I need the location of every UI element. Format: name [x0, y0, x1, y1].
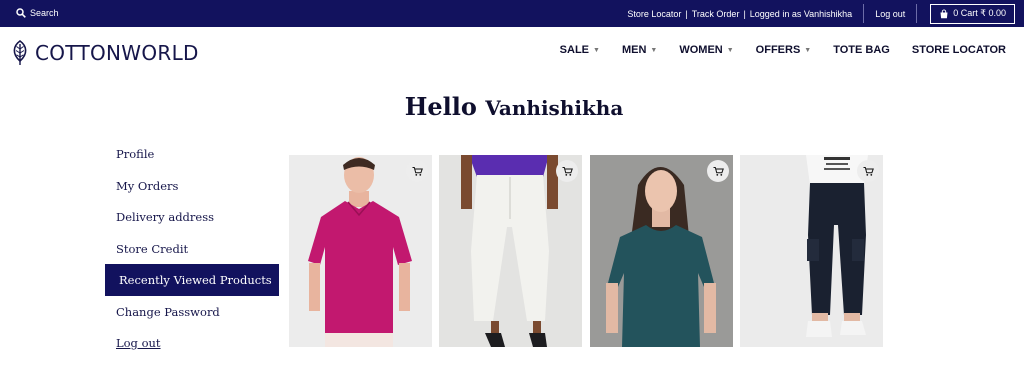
nav-label: MEN	[621, 44, 647, 56]
nav-item-offers[interactable]: OFFERS ▼	[756, 44, 812, 56]
track-order-link[interactable]: Track Order	[690, 9, 742, 19]
add-to-cart-button[interactable]	[857, 160, 879, 182]
sidebar-item-label: Store Credit	[116, 242, 189, 256]
nav-item-store-locator[interactable]: STORE LOCATOR	[912, 44, 1006, 56]
main-header: COTTONWORLD SALE ▼ MEN ▼ WOMEN ▼ OFFERS ▼ TO…	[0, 27, 1024, 77]
sidebar-item-label: Change Password	[116, 305, 220, 319]
cart-button[interactable]: 0 Cart ₹ 0.00	[930, 3, 1015, 24]
nav-label: SALE	[559, 44, 590, 56]
sidebar-item-my-orders[interactable]: My Orders	[105, 170, 279, 202]
shopping-bag-icon	[940, 9, 948, 18]
sidebar-item-label: Log out	[116, 336, 161, 350]
product-card[interactable]	[439, 155, 582, 347]
nav-label: OFFERS	[755, 44, 801, 56]
sidebar-item-recently-viewed[interactable]: Recently Viewed Products	[105, 264, 279, 296]
caret-down-icon: ▼	[804, 46, 812, 54]
add-to-cart-icon	[412, 166, 423, 176]
sidebar-item-label: My Orders	[116, 179, 179, 193]
logo[interactable]: COTTONWORLD	[11, 40, 199, 66]
logo-text: COTTONWORLD	[35, 41, 199, 65]
logout-link[interactable]: Log out	[873, 9, 907, 19]
search-icon	[16, 8, 26, 18]
cart-label: 0 Cart ₹ 0.00	[953, 8, 1006, 18]
divider	[863, 4, 865, 23]
search-label: Search	[30, 8, 59, 18]
nav-item-women[interactable]: WOMEN ▼	[679, 44, 733, 56]
product-image	[590, 155, 733, 347]
nav-item-tote-bag[interactable]: TOTE BAG	[833, 44, 890, 56]
sidebar-item-delivery-address[interactable]: Delivery address	[105, 201, 279, 233]
sidebar-item-label: Profile	[116, 147, 155, 161]
product-image	[740, 155, 883, 347]
sidebar-item-store-credit[interactable]: Store Credit	[105, 233, 279, 265]
product-card[interactable]	[740, 155, 883, 347]
top-utility-bar: Search Store Locator | Track Order | Log…	[0, 0, 1024, 27]
sidebar-item-label: Delivery address	[116, 210, 215, 224]
add-to-cart-icon	[863, 166, 874, 176]
caret-down-icon: ▼	[593, 46, 600, 54]
logged-in-account-link[interactable]: Logged in as Vanhishikha	[748, 9, 854, 19]
account-links: Store Locator | Track Order | Logged in …	[625, 0, 1024, 27]
add-to-cart-icon	[713, 166, 724, 176]
main-nav: SALE ▼ MEN ▼ WOMEN ▼ OFFERS ▼ TOTE BAG STORE…	[560, 44, 1006, 56]
add-to-cart-icon	[562, 166, 573, 176]
sidebar-item-change-password[interactable]: Change Password	[105, 296, 279, 328]
nav-label: STORE LOCATOR	[911, 44, 1006, 56]
sidebar-item-label: Recently Viewed Products	[119, 273, 272, 287]
product-image	[289, 155, 432, 347]
add-to-cart-button[interactable]	[556, 160, 578, 182]
product-card[interactable]	[289, 155, 432, 347]
store-locator-link[interactable]: Store Locator	[625, 9, 683, 19]
product-card[interactable]	[590, 155, 733, 347]
search-link[interactable]: Search	[16, 8, 59, 18]
product-image	[439, 155, 582, 347]
nav-label: TOTE BAG	[833, 44, 890, 56]
greeting-name: Vanhishikha	[485, 96, 624, 120]
greeting-hello: Hello	[404, 92, 477, 121]
add-to-cart-button[interactable]	[406, 160, 428, 182]
divider	[916, 4, 918, 23]
nav-item-sale[interactable]: SALE ▼	[560, 44, 600, 56]
caret-down-icon: ▼	[650, 46, 658, 54]
nav-item-men[interactable]: MEN ▼	[622, 44, 657, 56]
add-to-cart-button[interactable]	[707, 160, 729, 182]
sidebar-item-log-out[interactable]: Log out	[105, 327, 279, 359]
nav-label: WOMEN	[679, 44, 723, 56]
leaf-logo-icon	[13, 40, 27, 65]
sidebar-item-profile[interactable]: Profile	[105, 138, 279, 170]
caret-down-icon: ▼	[726, 46, 734, 54]
garment	[608, 225, 714, 347]
page-title: Hello Vanhishikha	[0, 92, 1024, 121]
